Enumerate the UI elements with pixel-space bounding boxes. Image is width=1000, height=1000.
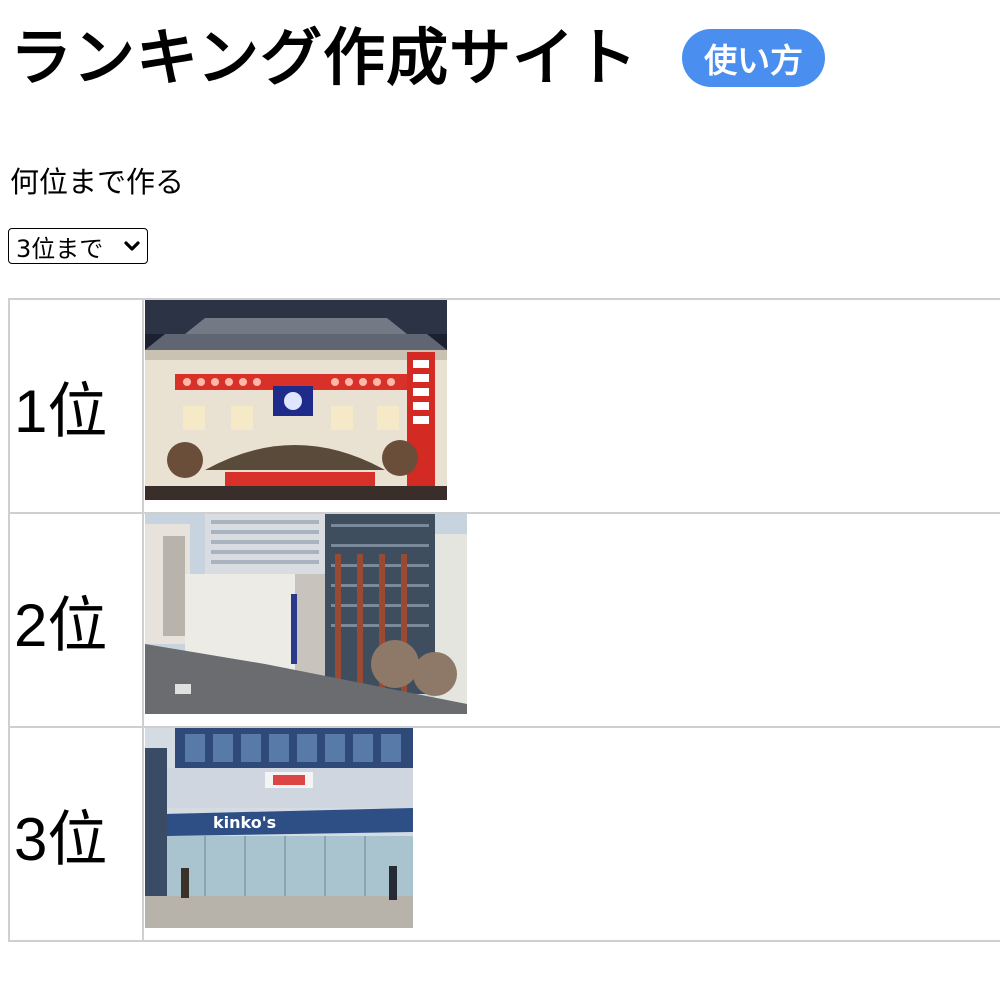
rank-label-2: 2位 xyxy=(10,514,144,726)
rank-image-2[interactable] xyxy=(145,514,467,714)
page-title: ランキング作成サイト xyxy=(10,21,639,94)
ranking-row-1: 1位 xyxy=(10,300,1000,514)
how-to-use-button[interactable]: 使い方 xyxy=(682,29,826,87)
kinkos-store-photo: kinko's xyxy=(145,728,413,928)
rank-label-3: 3位 xyxy=(10,728,144,940)
page-header: ランキング作成サイト 使い方 xyxy=(10,18,826,98)
rank-label-1: 1位 xyxy=(10,300,144,512)
ranking-row-3: 3位 kinko's xyxy=(10,728,1000,942)
rank-count-select[interactable]: 3位まで xyxy=(8,228,148,264)
rank-count-selected-value: 3位まで xyxy=(16,234,104,263)
ranking-row-2: 2位 xyxy=(10,514,1000,728)
office-building-photo xyxy=(145,514,467,714)
kabuki-theater-photo xyxy=(145,300,447,500)
rank-image-1[interactable] xyxy=(145,300,447,500)
chevron-down-icon xyxy=(124,241,140,251)
ranking-table: 1位 2位 3位 kinko's xyxy=(8,298,1000,942)
rank-count-label: 何位まで作る xyxy=(10,165,185,199)
rank-image-3[interactable]: kinko's xyxy=(145,728,413,928)
kinkos-sign-text: kinko's xyxy=(213,813,276,832)
